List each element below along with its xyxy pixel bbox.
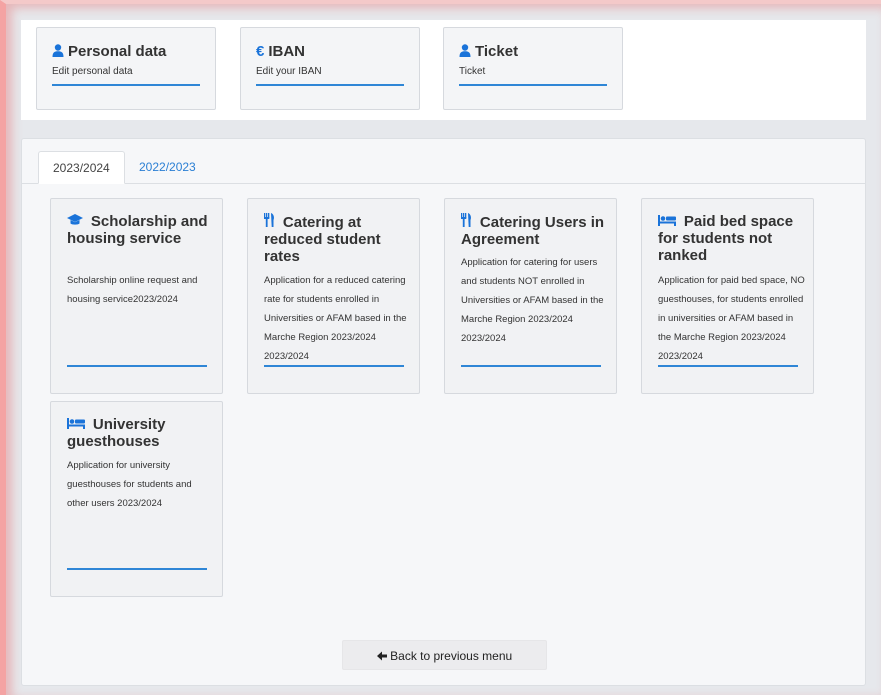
- personal-data-title: Personal data: [68, 43, 167, 60]
- scholarship-housing-card[interactable]: Scholarship and housing service Scholars…: [50, 198, 223, 394]
- iban-title-row: € IBAN: [256, 43, 305, 60]
- quick-links-panel: Personal data Edit personal data € IBAN …: [21, 20, 866, 120]
- card-title-row: Scholarship and housing service: [67, 213, 217, 247]
- euro-icon: €: [256, 43, 265, 60]
- card-underline: [658, 365, 798, 367]
- tab-2023-2024[interactable]: 2023/2024: [38, 151, 125, 184]
- ticket-title-row: Ticket: [459, 43, 518, 60]
- ticket-subtitle: Ticket: [459, 66, 486, 77]
- graduation-cap-icon: [67, 213, 87, 229]
- utensils-icon: [264, 213, 279, 230]
- card-underline: [67, 568, 207, 570]
- university-guesthouses-card[interactable]: University guesthouses Application for u…: [50, 401, 223, 597]
- card-underline: [67, 365, 207, 367]
- catering-agreement-card[interactable]: Catering Users in Agreement Application …: [444, 198, 617, 394]
- card-underline: [256, 84, 404, 86]
- card-title: Scholarship and housing service: [67, 213, 208, 247]
- tab-2022-2023[interactable]: 2022/2023: [125, 151, 210, 184]
- card-title: Catering at reduced student rates: [264, 214, 381, 265]
- personal-data-subtitle: Edit personal data: [52, 66, 133, 77]
- ticket-card[interactable]: Ticket Ticket: [443, 27, 623, 110]
- arrow-left-icon: [376, 649, 390, 663]
- card-underline: [52, 84, 200, 86]
- card-description: Application for a reduced catering rate …: [264, 275, 407, 362]
- ticket-title: Ticket: [475, 43, 519, 60]
- card-underline: [264, 365, 404, 367]
- personal-data-card[interactable]: Personal data Edit personal data: [36, 27, 216, 110]
- card-description: Application for catering for users and s…: [461, 257, 604, 344]
- card-title-row: University guesthouses: [67, 416, 217, 450]
- card-title-row: Paid bed space for students not ranked: [658, 213, 808, 264]
- card-title-row: Catering Users in Agreement: [461, 213, 611, 248]
- card-title: Catering Users in Agreement: [461, 214, 605, 248]
- back-button-label: Back to previous menu: [390, 649, 513, 663]
- card-description: Scholarship online request and housing s…: [67, 275, 198, 305]
- user-icon: [52, 43, 64, 60]
- iban-title: IBAN: [268, 43, 306, 60]
- user-icon: [459, 43, 471, 60]
- card-underline: [461, 365, 601, 367]
- card-title-row: Catering at reduced student rates: [264, 213, 414, 265]
- iban-card[interactable]: € IBAN Edit your IBAN: [240, 27, 420, 110]
- bed-icon: [658, 213, 680, 229]
- back-to-previous-menu-button[interactable]: Back to previous menu: [342, 640, 547, 670]
- bed-icon: [67, 416, 89, 432]
- year-tabs: 2023/2024 2022/2023: [22, 139, 865, 184]
- personal-data-title-row: Personal data: [52, 43, 166, 60]
- paid-bed-space-card[interactable]: Paid bed space for students not ranked A…: [641, 198, 814, 394]
- card-underline: [459, 84, 607, 86]
- iban-subtitle: Edit your IBAN: [256, 66, 322, 77]
- utensils-icon: [461, 213, 476, 230]
- card-description: Application for paid bed space, NO guest…: [658, 275, 805, 362]
- card-description: Application for university guesthouses f…: [67, 460, 192, 509]
- services-panel: 2023/2024 2022/2023 Scholarship and hous…: [21, 138, 866, 686]
- catering-reduced-card[interactable]: Catering at reduced student rates Applic…: [247, 198, 420, 394]
